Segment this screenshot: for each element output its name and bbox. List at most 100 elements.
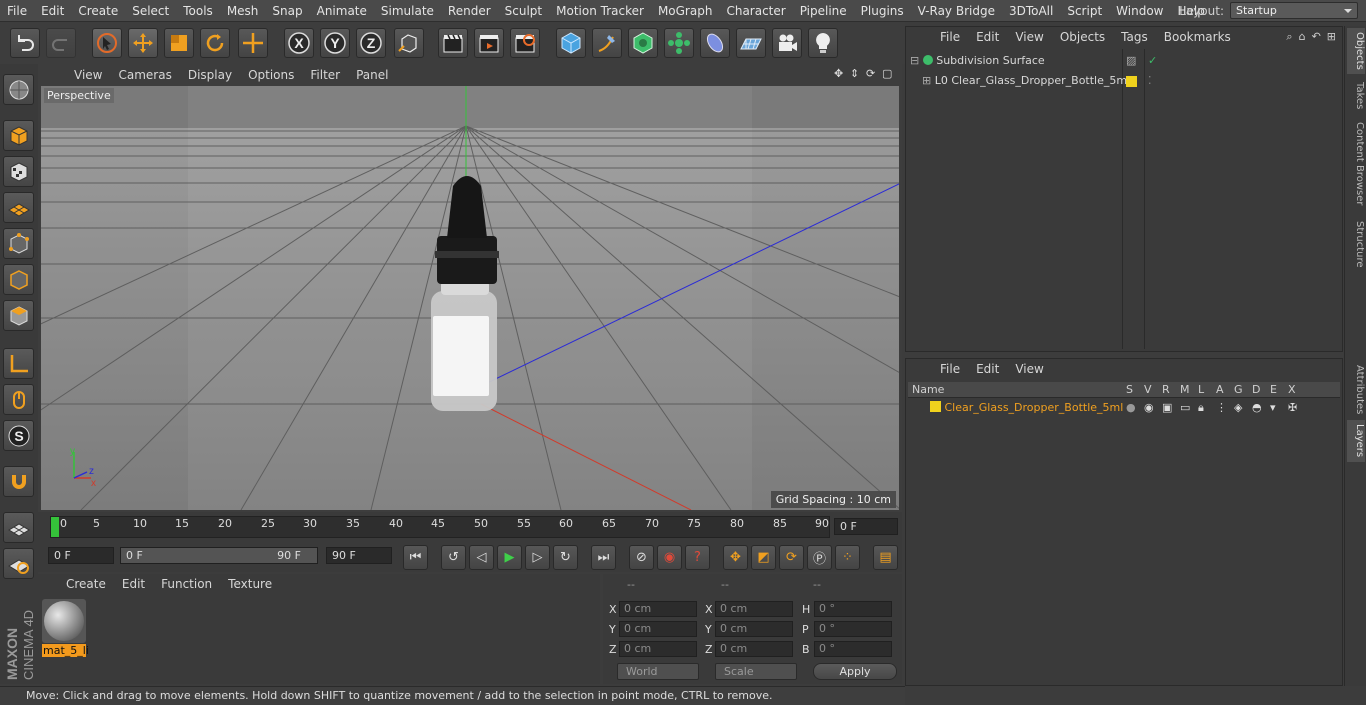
undo-icon[interactable] — [10, 28, 40, 58]
menu-pipeline[interactable]: Pipeline — [793, 4, 854, 18]
rot-p-field[interactable]: 0 ° — [814, 621, 892, 637]
playhead-marker[interactable] — [51, 517, 59, 537]
size-z-field[interactable]: 0 cm — [715, 641, 793, 657]
generator-icon[interactable]: ◈ — [1234, 399, 1242, 417]
redo-icon[interactable] — [46, 28, 76, 58]
lock-icon[interactable]: 🔒︎ — [1198, 399, 1204, 417]
home-icon[interactable]: ⌂ — [1299, 30, 1306, 44]
viewport-menu-view[interactable]: View — [66, 68, 110, 82]
pos-y-field[interactable]: 0 cm — [619, 621, 697, 637]
goto-start-icon[interactable]: ⏮ — [403, 545, 428, 570]
next-frame-icon[interactable]: ▷ — [525, 545, 550, 570]
x-axis-icon[interactable]: X — [284, 28, 314, 58]
viewport-menu-display[interactable]: Display — [180, 68, 240, 82]
menu-snap[interactable]: Snap — [265, 4, 309, 18]
menu-window[interactable]: Window — [1109, 4, 1170, 18]
pen-icon[interactable] — [592, 28, 622, 58]
prev-frame-icon[interactable]: ◁ — [469, 545, 494, 570]
coord-mode-dropdown[interactable]: World — [617, 663, 699, 680]
deformer-icon[interactable] — [700, 28, 730, 58]
make-editable-icon[interactable] — [3, 74, 34, 105]
menu-edit[interactable]: Edit — [34, 4, 71, 18]
tab-layers[interactable]: Layers — [1347, 420, 1365, 462]
object-row[interactable]: ⊟ Subdivision Surface ▨ ✓ — [910, 52, 1340, 70]
tab-structure[interactable]: Structure — [1347, 218, 1365, 270]
material-menu-create[interactable]: Create — [58, 577, 114, 591]
material-swatch[interactable]: mat_5_li — [42, 599, 89, 657]
y-axis-icon[interactable]: Y — [320, 28, 350, 58]
back-icon[interactable]: ↶ — [1312, 30, 1321, 44]
tab-content-browser[interactable]: Content Browser — [1347, 120, 1365, 208]
coord-type-dropdown[interactable]: Scale — [715, 663, 797, 680]
end-frame-field[interactable]: 90 F — [326, 547, 392, 564]
layout-dropdown[interactable]: Startup — [1230, 2, 1358, 19]
menu-select[interactable]: Select — [125, 4, 176, 18]
manager-icon[interactable]: ▭ — [1180, 399, 1190, 417]
layer-row[interactable]: Clear_Glass_Dropper_Bottle_5ml ● ◉ ▣ ▭ 🔒… — [920, 399, 1340, 417]
points-mode-icon[interactable] — [3, 228, 34, 259]
key-pla-icon[interactable]: ⁘ — [835, 545, 860, 570]
menu-animate[interactable]: Animate — [310, 4, 374, 18]
obj-menu-file[interactable]: File — [932, 30, 968, 44]
menu-character[interactable]: Character — [719, 4, 792, 18]
autokey-icon[interactable]: ? — [685, 545, 710, 570]
pos-z-field[interactable]: 0 cm — [619, 641, 697, 657]
key-position-icon[interactable]: ✥ — [723, 545, 748, 570]
enable-axis-icon[interactable] — [3, 548, 34, 579]
menu-tools[interactable]: Tools — [176, 4, 220, 18]
key-param-icon[interactable]: Ⓟ — [807, 545, 832, 570]
menu-mesh[interactable]: Mesh — [220, 4, 266, 18]
menu-create[interactable]: Create — [71, 4, 125, 18]
expand-icon[interactable]: ⊞ — [922, 74, 931, 87]
current-frame-field[interactable]: 0 F — [834, 518, 898, 535]
menu-mograph[interactable]: MoGraph — [651, 4, 720, 18]
menu-script[interactable]: Script — [1060, 4, 1109, 18]
menu-plugins[interactable]: Plugins — [854, 4, 911, 18]
coord-system-icon[interactable] — [394, 28, 424, 58]
obj-menu-view[interactable]: View — [1007, 30, 1051, 44]
layer-color-swatch[interactable] — [1126, 76, 1137, 87]
timeline-window-icon[interactable]: ▤ — [873, 545, 898, 570]
obj-menu-tags[interactable]: Tags — [1113, 30, 1156, 44]
model-mode-icon[interactable] — [3, 120, 34, 151]
material-menu-edit[interactable]: Edit — [114, 577, 153, 591]
eye-icon[interactable]: ◉ — [1144, 399, 1154, 417]
animation-icon[interactable]: ⋮ — [1216, 399, 1227, 417]
menu-vray-bridge[interactable]: V-Ray Bridge — [911, 4, 1002, 18]
texture-mode-icon[interactable] — [3, 156, 34, 187]
obj-menu-objects[interactable]: Objects — [1052, 30, 1113, 44]
grid-lock-icon[interactable] — [3, 512, 34, 543]
menu-3dtoall[interactable]: 3DToAll — [1002, 4, 1060, 18]
size-x-field[interactable]: 0 cm — [715, 601, 793, 617]
3d-viewport[interactable]: y x z Perspective Grid Spacing : 10 cm — [41, 86, 899, 510]
viewport-menu-panel[interactable]: Panel — [348, 68, 396, 82]
obj-menu-edit[interactable]: Edit — [968, 30, 1007, 44]
collapse-icon[interactable]: ⊟ — [910, 54, 919, 67]
material-menu-texture[interactable]: Texture — [220, 577, 280, 591]
pos-x-field[interactable]: 0 cm — [619, 601, 697, 617]
solo-icon[interactable]: S — [3, 420, 34, 451]
menu-file[interactable]: File — [0, 4, 34, 18]
menu-simulate[interactable]: Simulate — [374, 4, 441, 18]
dolly-icon[interactable]: ⇕ — [850, 68, 862, 80]
record-icon[interactable]: ◉ — [657, 545, 682, 570]
tab-takes[interactable]: Takes — [1347, 78, 1365, 114]
prev-key-icon[interactable]: ↺ — [441, 545, 466, 570]
rotate-icon[interactable] — [200, 28, 230, 58]
deformer-col-icon[interactable]: ◓ — [1252, 399, 1262, 417]
scale-icon[interactable] — [164, 28, 194, 58]
render-settings-icon[interactable] — [510, 28, 540, 58]
layer-menu-view[interactable]: View — [1007, 362, 1051, 376]
viewport-menu-cameras[interactable]: Cameras — [110, 68, 179, 82]
viewport-menu-filter[interactable]: Filter — [302, 68, 348, 82]
menu-sculpt[interactable]: Sculpt — [498, 4, 549, 18]
menu-motion-tracker[interactable]: Motion Tracker — [549, 4, 651, 18]
live-move-icon[interactable] — [238, 28, 268, 58]
layer-menu-edit[interactable]: Edit — [968, 362, 1007, 376]
pan-icon[interactable]: ✥ — [834, 68, 846, 80]
keyframe-icon[interactable]: ⊘ — [629, 545, 654, 570]
layer-color-swatch[interactable] — [930, 401, 941, 412]
visibility-dots-icon[interactable]: ⁚ — [1148, 72, 1152, 90]
tweak-mode-icon[interactable] — [3, 384, 34, 415]
apply-button[interactable]: Apply — [813, 663, 897, 680]
